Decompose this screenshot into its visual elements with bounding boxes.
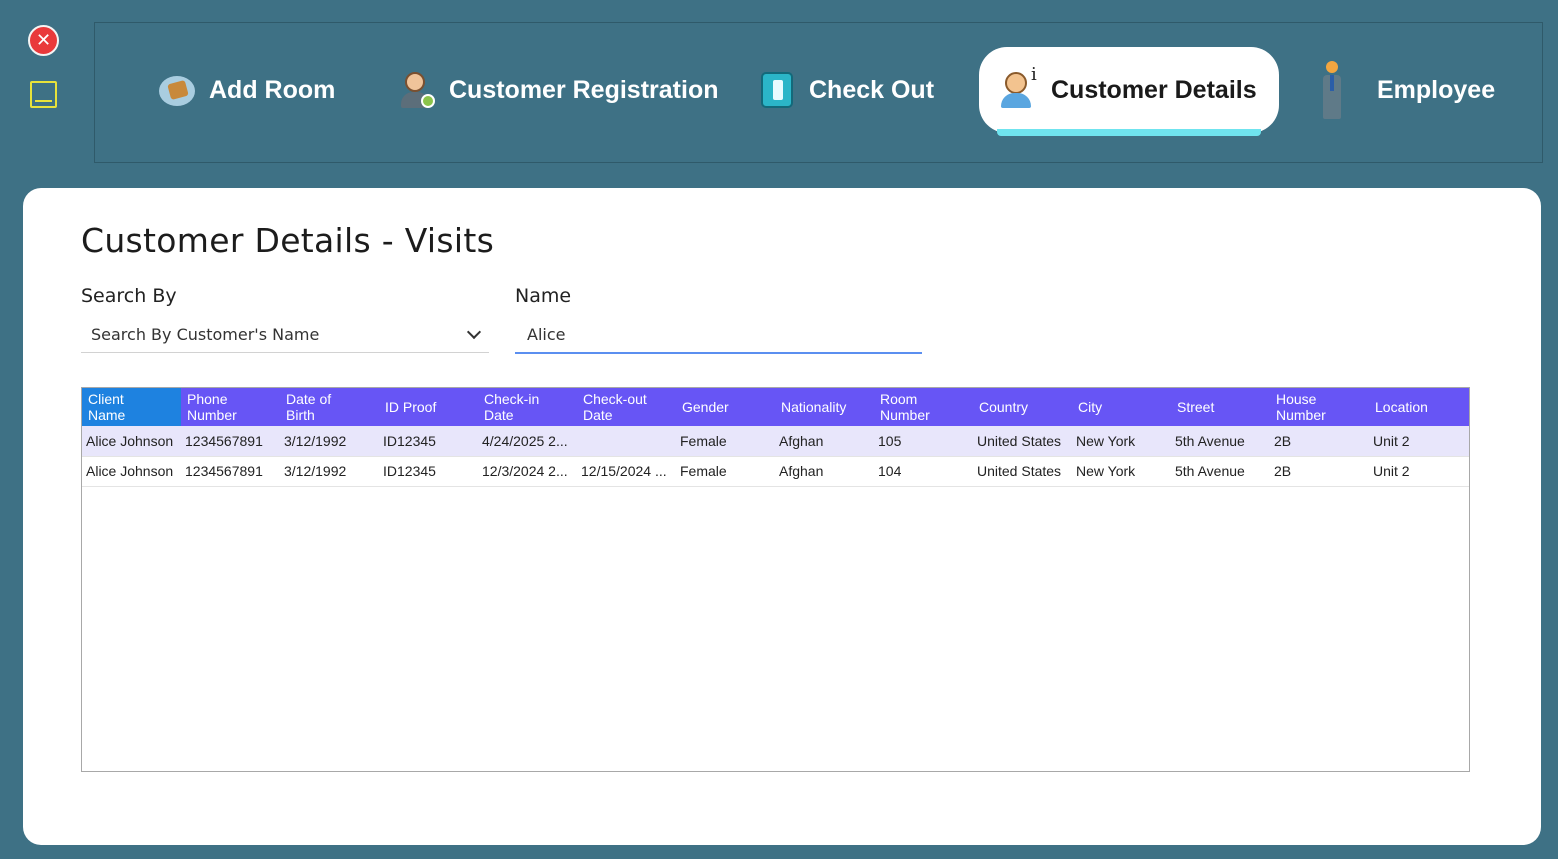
column-header[interactable]: Check-in Date	[478, 388, 577, 426]
nav-customer-registration-label: Customer Registration	[449, 75, 719, 104]
table-row[interactable]: Alice Johnson 1234567891 3/12/1992 ID12345 1…	[82, 456, 1469, 487]
column-header-line1: Location	[1375, 399, 1428, 415]
column-header[interactable]: Client Name	[82, 388, 181, 426]
table-cell[interactable]: 12/15/2024 ...	[577, 456, 676, 487]
table-cell[interactable]: Alice Johnson	[82, 426, 181, 457]
table-cell[interactable]: ID12345	[379, 426, 478, 457]
search-by-dropdown[interactable]: Search By Customer's Name	[81, 317, 489, 353]
table-cell[interactable]: 12/3/2024 2...	[478, 456, 577, 487]
table-cell[interactable]: 3/12/1992	[280, 456, 379, 487]
column-header-line1: Date of	[286, 391, 332, 407]
customer-visits-grid[interactable]: Client Name Phone Number Date of Birth ID Proo…	[81, 387, 1470, 772]
column-header-line1: ID Proof	[385, 399, 437, 415]
column-header-line2: Number	[187, 407, 237, 423]
table-cell[interactable]: Afghan	[775, 456, 874, 487]
table-cell[interactable]: Unit 2	[1369, 426, 1469, 457]
table-cell[interactable]: 1234567891	[181, 426, 280, 457]
table-cell[interactable]: United States	[973, 426, 1072, 457]
column-header-line1: Check-out	[583, 391, 647, 407]
search-by-value: Search By Customer's Name	[91, 325, 320, 344]
column-header-line1: Country	[979, 399, 1029, 415]
column-header[interactable]: Room Number	[874, 388, 973, 426]
column-header[interactable]: Date of Birth	[280, 388, 379, 426]
table-cell[interactable]: ID12345	[379, 456, 478, 487]
table-cell[interactable]: 1234567891	[181, 456, 280, 487]
table-cell[interactable]: New York	[1072, 456, 1171, 487]
column-header-line1: Client	[88, 391, 124, 407]
name-label: Name	[515, 285, 572, 307]
table-cell[interactable]: Alice Johnson	[82, 456, 181, 487]
nav-check-out-label: Check Out	[809, 75, 935, 104]
close-button[interactable]: ✕	[28, 25, 59, 56]
customer-details-icon: i	[999, 64, 1039, 110]
column-header[interactable]: House Number	[1270, 388, 1369, 426]
page-title: Customer Details - Visits	[81, 221, 495, 260]
close-icon: ✕	[35, 30, 52, 51]
nav-add-room[interactable]: Add Room	[157, 47, 335, 133]
nav-customer-registration[interactable]: Customer Registration	[397, 47, 718, 133]
nav-add-room-label: Add Room	[209, 75, 336, 104]
column-header[interactable]: Street	[1171, 388, 1270, 426]
table-cell[interactable]	[577, 426, 676, 457]
column-header-line2: Number	[880, 407, 930, 423]
column-header-line1: Nationality	[781, 399, 847, 415]
search-by-label: Search By	[81, 285, 177, 307]
minimize-button[interactable]	[30, 81, 57, 108]
table-cell[interactable]: 3/12/1992	[280, 426, 379, 457]
nav-customer-details[interactable]: i Customer Details	[979, 47, 1279, 136]
customer-details-panel: Customer Details - Visits Search By Sear…	[23, 188, 1541, 845]
add-room-icon	[157, 70, 197, 110]
table-cell[interactable]: Afghan	[775, 426, 874, 457]
nav-employee-label: Employee	[1377, 75, 1496, 104]
column-header-line2: Date	[484, 407, 514, 423]
employee-icon	[1317, 61, 1357, 119]
column-header[interactable]: Gender	[676, 388, 775, 426]
column-header[interactable]: City	[1072, 388, 1171, 426]
table-cell[interactable]: 5th Avenue	[1171, 456, 1270, 487]
table-cell[interactable]: 2B	[1270, 426, 1369, 457]
table-cell[interactable]: 105	[874, 426, 973, 457]
column-header[interactable]: Check-out Date	[577, 388, 676, 426]
column-header-line2: Birth	[286, 407, 315, 423]
grid-header-row: Client Name Phone Number Date of Birth ID Proo…	[82, 388, 1469, 426]
nav-customer-details-label: Customer Details	[1051, 75, 1257, 104]
column-header-line1: House	[1276, 391, 1317, 407]
column-header-line1: Phone	[187, 391, 228, 407]
top-navigation: Add Room Customer Registration Check Out…	[94, 22, 1543, 163]
table-cell[interactable]: Unit 2	[1369, 456, 1469, 487]
table-cell[interactable]: Female	[676, 426, 775, 457]
table-cell[interactable]: New York	[1072, 426, 1171, 457]
table-cell[interactable]: 2B	[1270, 456, 1369, 487]
column-header-line2: Date	[583, 407, 613, 423]
name-search-input[interactable]	[515, 316, 922, 354]
column-header-line1: City	[1078, 399, 1103, 415]
nav-check-out[interactable]: Check Out	[757, 47, 934, 133]
column-header-line1: Check-in	[484, 391, 540, 407]
table-cell[interactable]: 5th Avenue	[1171, 426, 1270, 457]
column-header[interactable]: Location	[1369, 388, 1469, 426]
table-cell[interactable]: 4/24/2025 2...	[478, 426, 577, 457]
chevron-down-icon	[466, 324, 482, 340]
table-cell[interactable]: 104	[874, 456, 973, 487]
check-out-icon	[757, 70, 797, 110]
column-header[interactable]: ID Proof	[379, 388, 478, 426]
column-header-line2: Name	[88, 407, 126, 423]
customer-registration-icon	[397, 70, 437, 110]
nav-employee[interactable]: Employee	[1317, 47, 1495, 133]
column-header[interactable]: Country	[973, 388, 1072, 426]
column-header-line1: Gender	[682, 399, 729, 415]
table-cell[interactable]: Female	[676, 456, 775, 487]
table-cell[interactable]: United States	[973, 456, 1072, 487]
column-header-line1: Street	[1177, 399, 1215, 415]
column-header-line2: Number	[1276, 407, 1326, 423]
column-header[interactable]: Nationality	[775, 388, 874, 426]
column-header-line1: Room	[880, 391, 918, 407]
column-header[interactable]: Phone Number	[181, 388, 280, 426]
table-row[interactable]: Alice Johnson 1234567891 3/12/1992 ID12345 4…	[82, 426, 1469, 457]
